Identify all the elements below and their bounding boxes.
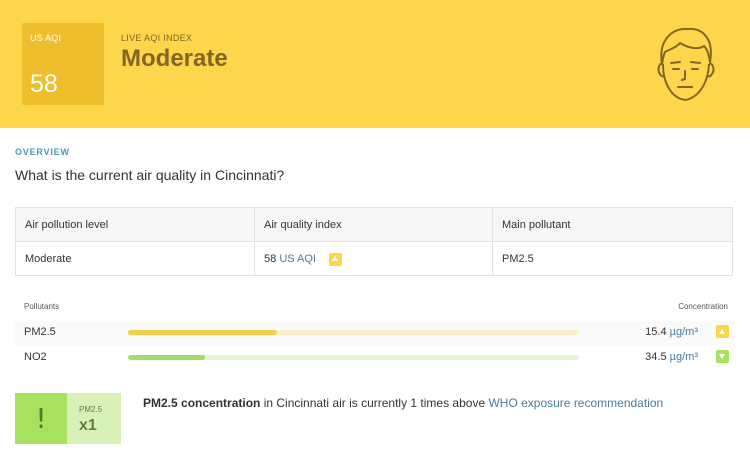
pollutant-bar-track bbox=[128, 355, 579, 360]
aqi-value-box: US AQI 58 bbox=[22, 23, 104, 105]
who-recommendation-link[interactable]: WHO exposure recommendation bbox=[488, 396, 663, 410]
concentration-value: 34.5 bbox=[645, 351, 667, 363]
main-pollutant-value: PM2.5 bbox=[502, 253, 534, 265]
index-number: 58 bbox=[264, 253, 277, 265]
pollutant-row: PM2.5 15.4 µg/m³ bbox=[15, 321, 735, 345]
aqi-value: 58 bbox=[30, 70, 58, 98]
exposure-sentence: PM2.5 concentration in Cincinnati air is… bbox=[143, 396, 663, 410]
summary-table: Air pollution level Air quality index Ma… bbox=[15, 207, 733, 276]
exclamation-icon: ! bbox=[15, 393, 67, 444]
header-main-pollutant: Main pollutant bbox=[493, 208, 732, 242]
face-icon bbox=[657, 27, 715, 102]
aqi-hero-banner: US AQI 58 LIVE AQI INDEX Moderate bbox=[0, 0, 750, 128]
pollutant-concentration: 15.4 µg/m³ bbox=[645, 326, 698, 338]
exposure-sentence-strong: PM2.5 concentration bbox=[143, 396, 261, 410]
pollutant-row: NO2 34.5 µg/m³ bbox=[15, 346, 735, 370]
exposure-sentence-middle: in Cincinnati air is currently 1 times a… bbox=[260, 396, 489, 410]
pollutant-name: NO2 bbox=[24, 351, 47, 363]
concentration-unit-link[interactable]: µg/m³ bbox=[670, 326, 698, 338]
overview-label: OVERVIEW bbox=[15, 147, 70, 157]
concentration-header: Concentration bbox=[678, 302, 728, 311]
pollutant-name: PM2.5 bbox=[24, 326, 56, 338]
concentration-value: 15.4 bbox=[645, 326, 667, 338]
live-index-label: LIVE AQI INDEX bbox=[121, 33, 193, 43]
concentration-unit-link[interactable]: µg/m³ bbox=[670, 351, 698, 363]
exposure-pollutant: PM2.5 bbox=[79, 405, 103, 414]
pollutants-header: Pollutants bbox=[24, 302, 60, 311]
trend-up-icon bbox=[716, 325, 729, 338]
pollutant-concentration: 34.5 µg/m³ bbox=[645, 351, 698, 363]
exposure-multiplier: x1 bbox=[79, 417, 97, 434]
header-air-quality-index: Air quality index bbox=[255, 208, 493, 242]
exposure-multiplier-box: PM2.5 x1 bbox=[67, 393, 121, 444]
trend-down-icon bbox=[716, 350, 729, 363]
pollution-level-value: Moderate bbox=[16, 242, 255, 276]
air-quality-index-cell: 58 US AQI bbox=[255, 242, 493, 276]
aqi-status-title: Moderate bbox=[121, 45, 228, 72]
exposure-badge: ! PM2.5 x1 bbox=[15, 393, 121, 444]
pollutant-bar-track bbox=[128, 330, 579, 335]
trend-up-icon bbox=[329, 252, 342, 266]
pollutant-bar-fill bbox=[128, 330, 277, 335]
header-pollution-level: Air pollution level bbox=[16, 208, 255, 242]
aqi-unit-label: US AQI bbox=[30, 33, 62, 43]
us-aqi-link[interactable]: US AQI bbox=[279, 253, 316, 265]
pollutant-bar-fill bbox=[128, 355, 205, 360]
overview-question: What is the current air quality in Cinci… bbox=[15, 167, 285, 183]
